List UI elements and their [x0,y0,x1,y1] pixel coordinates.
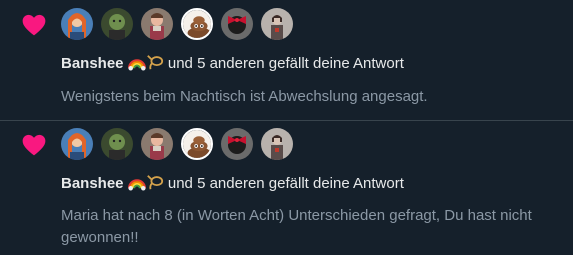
avatar-row [61,8,293,40]
reply-text: Wenigstens beim Nachtisch ist Abwechslun… [61,88,428,105]
actor-name[interactable]: Banshee [61,55,124,72]
lasso-emoji [146,53,164,71]
avatar-brown-poop[interactable] [181,128,213,160]
reply-text: Maria hat nach 8 (in Worten Acht) Unters… [61,207,532,246]
actor-name[interactable]: Banshee [61,175,124,192]
avatar-row [61,128,293,160]
rainbow-emoji [127,53,146,71]
action-text: und 5 anderen gefällt deine Antwort [167,175,404,192]
avatar-grey-figure[interactable] [261,8,293,40]
avatar-dark-red-bow[interactable] [221,8,253,40]
notification-headline: Banshee und 5 anderen gefällt deine Antw… [61,53,404,74]
avatar-costume[interactable] [141,8,173,40]
avatar-brown-poop[interactable] [181,8,213,40]
heart-icon [21,132,47,158]
avatar-green-skin[interactable] [101,128,133,160]
action-text: und 5 anderen gefällt deine Antwort [167,55,404,72]
heart-icon [21,12,47,38]
avatar-costume[interactable] [141,128,173,160]
avatar-grey-figure[interactable] [261,128,293,160]
rainbow-emoji [127,173,146,191]
notification-item[interactable]: Banshee und 5 anderen gefällt deine Antw… [0,0,573,120]
avatar-dark-red-bow[interactable] [221,128,253,160]
avatar-redhead[interactable] [61,128,93,160]
avatar-redhead[interactable] [61,8,93,40]
avatar-green-skin[interactable] [101,8,133,40]
lasso-emoji [146,173,164,191]
notification-headline: Banshee und 5 anderen gefällt deine Antw… [61,173,404,194]
notification-item[interactable]: Banshee und 5 anderen gefällt deine Antw… [0,120,573,255]
